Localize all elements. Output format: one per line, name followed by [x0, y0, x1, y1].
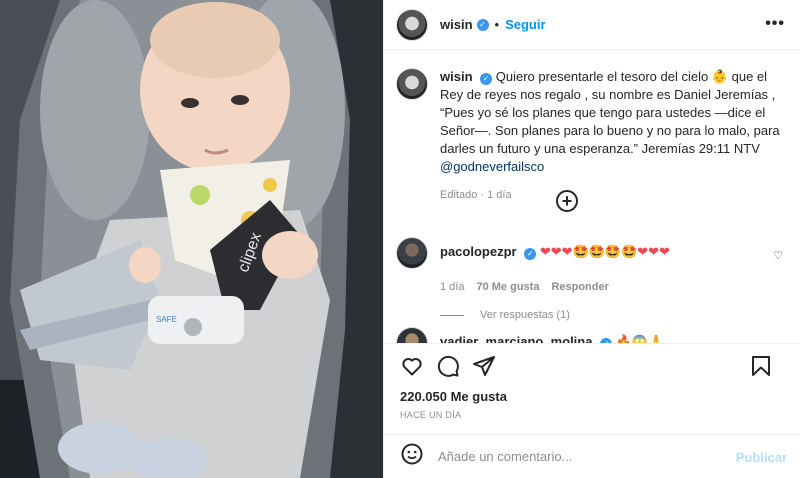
caption-body: wisin ✓ Quiero presentarle el tesoro del…: [440, 68, 791, 204]
comment-item: pacolopezpr ✓ ❤❤❤🤩🤩🤩🤩❤❤❤ ♡ 1 día 70 Me g…: [396, 237, 791, 321]
comment-item: vadier_marciano_molina ✓ 🔥😱🙏: [396, 327, 791, 343]
comment-likes[interactable]: 70 Me gusta: [476, 281, 539, 293]
comment-author[interactable]: vadier_marciano_molina: [440, 334, 592, 343]
post-sidebar: wisin ✓ • Seguir ••• wisin ✓ Quiero pres…: [383, 0, 800, 478]
comment-author[interactable]: pacolopezpr: [440, 244, 517, 259]
comment-text-block: vadier_marciano_molina ✓ 🔥😱🙏: [440, 333, 664, 343]
heart-icon[interactable]: [400, 354, 424, 378]
load-more-comments-button[interactable]: +: [556, 190, 578, 212]
edited-label: Editado: [440, 189, 478, 201]
view-replies-label: Ver respuestas (1): [480, 309, 570, 321]
buckle-label-text: SAFE: [156, 315, 177, 324]
comments-scroll-area[interactable]: wisin ✓ Quiero presentarle el tesoro del…: [384, 51, 800, 343]
reply-button[interactable]: Responder: [551, 281, 608, 293]
caption-mention-link[interactable]: @godneverfailsco: [440, 159, 544, 174]
likes-count[interactable]: 220.050 Me gusta: [400, 389, 507, 404]
post-caption: wisin ✓ Quiero presentarle el tesoro del…: [396, 68, 791, 204]
comment-text: ❤❤❤🤩🤩🤩🤩❤❤❤: [539, 244, 670, 259]
caption-author-avatar[interactable]: [396, 68, 428, 100]
more-options-icon[interactable]: •••: [765, 15, 785, 33]
comment-input[interactable]: [438, 449, 728, 464]
comment-author-avatar[interactable]: [396, 237, 428, 269]
post-photo[interactable]: clipex SAFE: [0, 0, 383, 478]
caption-author[interactable]: wisin: [440, 69, 473, 84]
verified-badge-icon: ✓: [476, 18, 489, 31]
comment-meta: 1 día 70 Me gusta Responder: [440, 281, 791, 293]
post-actions-bar: [384, 343, 800, 387]
verified-badge-icon: ✓: [524, 248, 537, 260]
post-header: wisin ✓ • Seguir •••: [384, 0, 800, 50]
bookmark-icon[interactable]: [749, 354, 773, 378]
author-avatar[interactable]: [396, 8, 428, 41]
comment-text-block: pacolopezpr ✓ ❤❤❤🤩🤩🤩🤩❤❤❤: [440, 243, 670, 261]
separator-dot: •: [494, 17, 500, 32]
comment-icon[interactable]: [436, 354, 460, 378]
verified-badge-icon: ✓: [480, 73, 493, 85]
baby-in-car-seat-image: clipex SAFE: [0, 0, 383, 478]
plus-circle-icon: +: [561, 191, 573, 211]
follow-button[interactable]: Seguir: [505, 17, 545, 32]
publish-button[interactable]: Publicar: [736, 450, 787, 465]
caption-time: 1 día: [487, 189, 512, 201]
replies-divider-line: [440, 314, 464, 316]
emoji-icon[interactable]: [400, 442, 424, 471]
comment-author-avatar[interactable]: [396, 327, 428, 343]
instagram-post-modal: clipex SAFE wisin ✓ • Seguir ••• wisin ✓…: [0, 0, 800, 478]
posted-time: HACE UN DÍA: [400, 410, 462, 420]
caption-meta: Editado · 1 día: [440, 189, 512, 201]
paper-plane-icon[interactable]: [472, 354, 496, 378]
comment-time: 1 día: [440, 281, 465, 293]
add-comment-bar: Publicar: [384, 434, 800, 478]
author-username[interactable]: wisin: [440, 17, 473, 32]
comment-text: 🔥😱🙏: [615, 334, 665, 343]
view-replies-button[interactable]: Ver respuestas (1): [440, 309, 791, 321]
comment-like-heart-icon[interactable]: ♡: [773, 249, 783, 262]
